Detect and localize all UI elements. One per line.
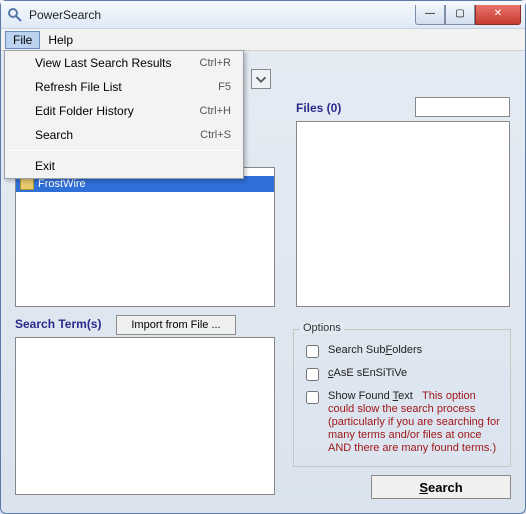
menu-refresh-file-list[interactable]: Refresh File List F5 [5,75,243,99]
close-button[interactable]: ✕ [475,5,521,25]
search-button[interactable]: Search [371,475,511,499]
menu-item-label: Exit [35,159,231,173]
option-subfolders[interactable]: Search SubFolders [302,344,502,361]
menu-separator [9,150,239,151]
files-header: Files (0) [296,101,341,115]
folder-combo-arrow[interactable] [251,69,271,89]
chevron-down-icon [252,70,270,88]
subfolders-checkbox[interactable] [306,345,319,358]
menu-view-last-results[interactable]: View Last Search Results Ctrl+R [5,51,243,75]
menu-item-shortcut: Ctrl+H [200,105,231,117]
window-buttons: — ▢ ✕ [415,5,521,25]
import-from-file-button[interactable]: Import from File ... [116,315,236,335]
menu-item-label: Refresh File List [35,80,218,94]
subfolders-label: Search SubFolders [328,344,422,356]
app-icon [7,7,23,23]
options-group: Options Search SubFolders cAsE sEnSiTiVe… [293,329,511,467]
files-filter-input[interactable] [415,97,510,117]
option-case[interactable]: cAsE sEnSiTiVe [302,367,502,384]
files-list[interactable] [296,121,510,307]
found-text-label-wrap: Show Found Text This option could slow t… [328,390,502,455]
search-terms-list[interactable] [15,337,275,495]
menu-item-label: View Last Search Results [35,56,200,70]
menu-edit-folder-history[interactable]: Edit Folder History Ctrl+H [5,99,243,123]
folder-label: FrostWire [38,178,86,190]
case-checkbox[interactable] [306,368,319,381]
menu-help[interactable]: Help [40,31,81,49]
menu-item-label: Edit Folder History [35,104,200,118]
maximize-button[interactable]: ▢ [445,5,475,25]
menu-item-label: Search [35,128,200,142]
file-menu-dropdown: View Last Search Results Ctrl+R Refresh … [4,50,244,179]
menu-item-shortcut: Ctrl+R [200,57,231,69]
options-legend: Options [300,322,344,334]
case-label: cAsE sEnSiTiVe [328,367,407,379]
menu-item-shortcut: Ctrl+S [200,129,231,141]
found-text-checkbox[interactable] [306,391,319,404]
folder-icon [20,178,34,190]
option-found-text[interactable]: Show Found Text This option could slow t… [302,390,502,455]
search-terms-header: Search Term(s) [15,317,101,331]
titlebar: PowerSearch — ▢ ✕ [1,1,525,29]
minimize-button[interactable]: — [415,5,445,25]
folder-list[interactable]: Program Files FrostWire [15,167,275,307]
window-title: PowerSearch [29,8,415,22]
menu-exit[interactable]: Exit [5,154,243,178]
menu-file[interactable]: File [5,31,40,49]
menu-item-shortcut: F5 [218,81,231,93]
menu-search[interactable]: Search Ctrl+S [5,123,243,147]
menubar: File Help View Last Search Results Ctrl+… [1,29,525,51]
